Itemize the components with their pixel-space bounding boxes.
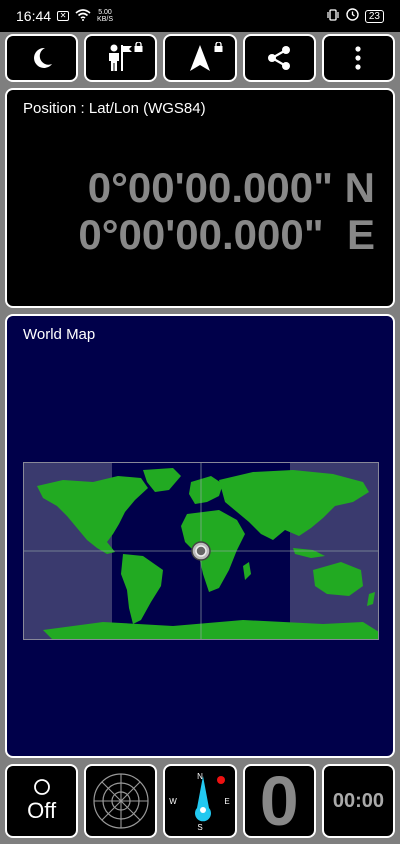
lock-icon (134, 42, 143, 52)
north-indicator-dot (217, 776, 225, 784)
timer-value: 00:00 (332, 789, 384, 812)
compass-needle (195, 776, 211, 822)
current-position-marker (191, 541, 211, 561)
status-time: 16:44 (16, 8, 52, 24)
bottom-bar: Off N S W E 0 00:00 (5, 762, 396, 840)
waypoint-person-icon (108, 44, 132, 71)
network-speed: 5.00 KB/S (97, 9, 113, 23)
top-toolbar (5, 34, 396, 82)
position-panel[interactable]: Position : Lat/Lon (WGS84) 0°00'00.000" … (5, 88, 395, 308)
satellite-radar-button[interactable] (84, 764, 158, 838)
speed-display-button[interactable]: 0 (242, 762, 316, 840)
waypoint-button[interactable] (84, 34, 158, 82)
lock-icon (214, 42, 223, 52)
alarm-icon (346, 8, 359, 24)
more-options-button[interactable] (321, 34, 396, 82)
network-speed-unit: KB/S (97, 16, 113, 23)
status-bar: 16:44 ✕ 5.00 KB/S 23 (0, 0, 400, 32)
navigation-arrow-icon (190, 45, 210, 71)
recording-toggle-button[interactable]: Off (5, 764, 79, 838)
latitude-value: 0°00'00.000" N (87, 164, 375, 211)
moon-icon (33, 47, 52, 68)
satellite-radar-icon (93, 773, 149, 829)
compass-e-label: E (224, 797, 229, 806)
compass-icon: N S W E (169, 772, 229, 832)
record-circle-icon (33, 779, 50, 795)
night-mode-button[interactable] (5, 34, 79, 82)
world-map-title: World Map (23, 326, 96, 343)
share-button[interactable] (242, 34, 316, 82)
recording-state-label: Off (27, 798, 57, 823)
compass-button[interactable]: N S W E (163, 764, 237, 838)
battery-indicator: 23 (364, 9, 384, 23)
wifi-icon (75, 8, 91, 24)
vibrate-icon (326, 8, 340, 24)
compass-w-label: W (169, 797, 177, 806)
compass-s-label: S (197, 823, 202, 832)
speed-value: 0 (259, 762, 299, 840)
notification-icon: ✕ (57, 11, 70, 21)
share-icon (268, 46, 291, 70)
navigation-button[interactable] (163, 34, 237, 82)
more-vertical-icon (355, 46, 362, 70)
timer-button[interactable]: 00:00 (321, 764, 396, 838)
world-map[interactable] (23, 462, 379, 640)
world-map-panel[interactable]: World Map (5, 314, 395, 758)
position-title: Position : Lat/Lon (WGS84) (23, 100, 206, 117)
network-speed-value: 5.00 (98, 9, 112, 16)
longitude-value: 0°00'00.000" E (78, 211, 375, 258)
compass-n-label: N (197, 772, 203, 781)
